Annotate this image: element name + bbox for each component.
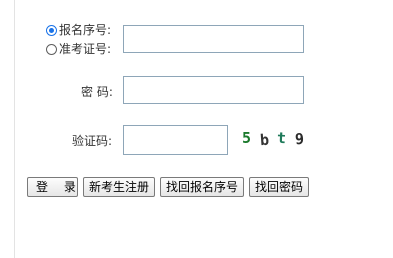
radio-option-registration-number[interactable]: 报名序号: [46, 22, 111, 38]
action-buttons: 登 录 新考生注册 找回报名序号 找回密码 [27, 177, 310, 197]
radio-option-admission-ticket[interactable]: 准考证号: [46, 41, 111, 57]
captcha-char: b [259, 130, 270, 150]
verification-code-input[interactable] [123, 125, 228, 155]
new-candidate-register-button[interactable]: 新考生注册 [83, 177, 156, 197]
radio-label-registration-number: 报名序号: [59, 23, 112, 37]
captcha-image[interactable]: 5 b t 9 [242, 128, 304, 150]
radio-label-admission-ticket: 准考证号: [59, 42, 112, 56]
captcha-char: 5 [242, 129, 252, 147]
radio-selected-icon[interactable] [46, 24, 57, 36]
verification-code-label: 验证码: [72, 134, 113, 148]
left-divider [14, 0, 15, 258]
radio-unselected-icon[interactable] [46, 43, 57, 55]
password-label: 密 码: [81, 85, 113, 99]
id-number-input[interactable] [123, 25, 304, 53]
recover-password-button[interactable]: 找回密码 [249, 177, 310, 197]
recover-registration-number-button[interactable]: 找回报名序号 [160, 177, 245, 197]
login-button[interactable]: 登 录 [27, 177, 78, 197]
captcha-char: 9 [294, 129, 305, 149]
captcha-char: t [276, 128, 287, 148]
password-input[interactable] [123, 76, 304, 104]
